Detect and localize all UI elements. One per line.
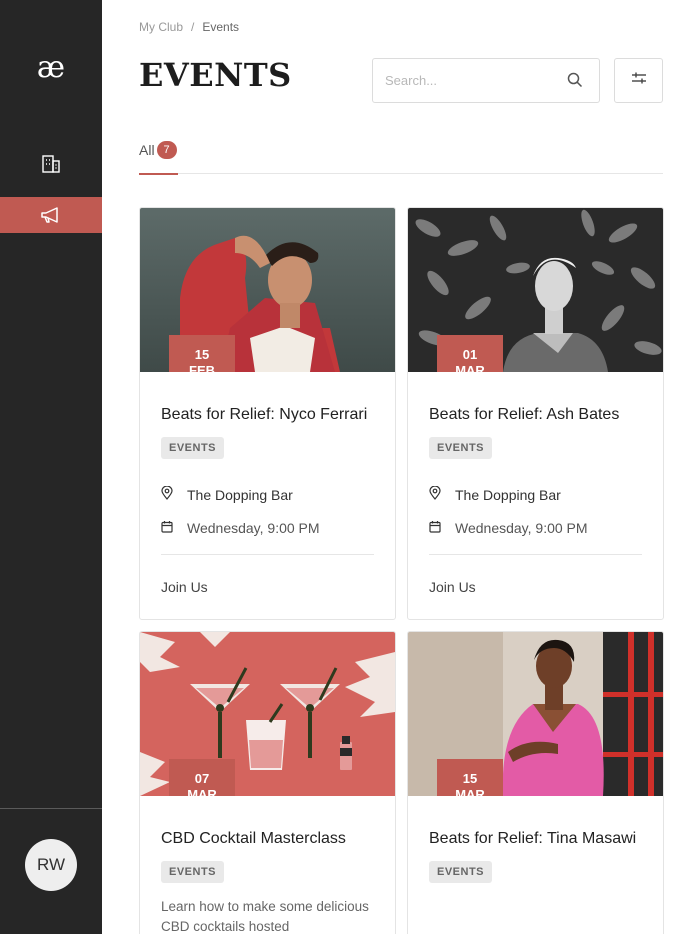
calendar-icon xyxy=(161,520,173,536)
event-location: The Dopping Bar xyxy=(429,485,561,503)
event-image: 15 FEB xyxy=(140,208,395,372)
location-pin-icon xyxy=(161,485,173,503)
category-tag: EVENTS xyxy=(161,861,225,883)
megaphone-icon xyxy=(40,205,62,225)
date-day: 07 xyxy=(194,771,210,786)
breadcrumb-separator: / xyxy=(191,20,195,34)
category-tag: EVENTS xyxy=(161,437,225,459)
event-time: Wednesday, 9:00 PM xyxy=(429,520,588,536)
date-month: FEB xyxy=(189,363,215,372)
club-logo[interactable]: æ xyxy=(0,52,102,84)
calendar-icon xyxy=(429,520,441,536)
card-divider xyxy=(429,554,642,555)
location-text: The Dopping Bar xyxy=(455,486,561,503)
event-image: 15 MAR xyxy=(408,632,663,796)
event-card[interactable]: 01 MAR Beats for Relief: Ash Bates EVENT… xyxy=(407,207,664,620)
sidebar-item-events[interactable] xyxy=(0,197,102,233)
user-avatar[interactable]: RW xyxy=(25,839,77,891)
main-content: My Club / Events EVENTS All 7 xyxy=(102,0,700,934)
join-link[interactable]: Join Us xyxy=(429,579,476,595)
date-month: MAR xyxy=(455,363,485,372)
event-card[interactable]: 07 MAR CBD Cocktail Masterclass EVENTS L… xyxy=(139,631,396,934)
count-badge: 7 xyxy=(156,141,177,159)
location-pin-icon xyxy=(429,485,441,503)
breadcrumb-parent[interactable]: My Club xyxy=(139,20,183,34)
event-description: Learn how to make some delicious CBD coc… xyxy=(161,899,369,934)
breadcrumb-current: Events xyxy=(202,20,240,34)
date-month: MAR xyxy=(455,787,485,796)
sidebar: æ RW xyxy=(0,0,102,934)
event-location: The Dopping Bar xyxy=(161,485,293,503)
event-card[interactable]: 15 MAR Beats for Relief: Tina Masawi EVE… xyxy=(407,631,664,934)
filter-button[interactable] xyxy=(614,58,663,103)
date-badge: 15 FEB xyxy=(169,335,235,372)
date-day: 01 xyxy=(462,347,478,362)
date-day: 15 xyxy=(194,347,210,362)
event-time: Wednesday, 9:00 PM xyxy=(161,520,320,536)
date-badge: 01 MAR xyxy=(437,335,503,372)
search-box xyxy=(372,58,600,103)
event-title: Beats for Relief: Ash Bates xyxy=(429,406,620,423)
sliders-icon xyxy=(631,71,647,90)
card-divider xyxy=(161,554,374,555)
location-text: The Dopping Bar xyxy=(187,486,293,503)
tab-bar: All 7 xyxy=(139,140,663,175)
tab-label: All xyxy=(139,142,155,158)
time-text: Wednesday, 9:00 PM xyxy=(187,520,320,536)
event-title: Beats for Relief: Nyco Ferrari xyxy=(161,406,368,423)
search-input[interactable] xyxy=(385,73,565,88)
search-icon[interactable] xyxy=(567,72,583,93)
event-title: Beats for Relief: Tina Masawi xyxy=(429,830,637,847)
category-tag: EVENTS xyxy=(429,861,493,883)
event-title: CBD Cocktail Masterclass xyxy=(161,830,346,847)
sidebar-item-club[interactable] xyxy=(0,146,102,182)
date-day: 15 xyxy=(462,771,478,786)
event-image: 07 MAR xyxy=(140,632,395,796)
category-tag: EVENTS xyxy=(429,437,493,459)
active-tab-indicator xyxy=(139,173,178,175)
event-card[interactable]: 15 FEB Beats for Relief: Nyco Ferrari EV… xyxy=(139,207,396,620)
date-month: MAR xyxy=(187,787,217,796)
sidebar-divider xyxy=(0,808,102,809)
time-text: Wednesday, 9:00 PM xyxy=(455,520,588,536)
tab-all[interactable]: All 7 xyxy=(139,140,178,175)
date-badge: 07 MAR xyxy=(169,759,235,796)
page-title: EVENTS xyxy=(139,56,292,94)
join-link[interactable]: Join Us xyxy=(161,579,208,595)
building-icon xyxy=(41,154,61,174)
date-badge: 15 MAR xyxy=(437,759,503,796)
event-image: 01 MAR xyxy=(408,208,663,372)
breadcrumb: My Club / Events xyxy=(139,20,239,34)
